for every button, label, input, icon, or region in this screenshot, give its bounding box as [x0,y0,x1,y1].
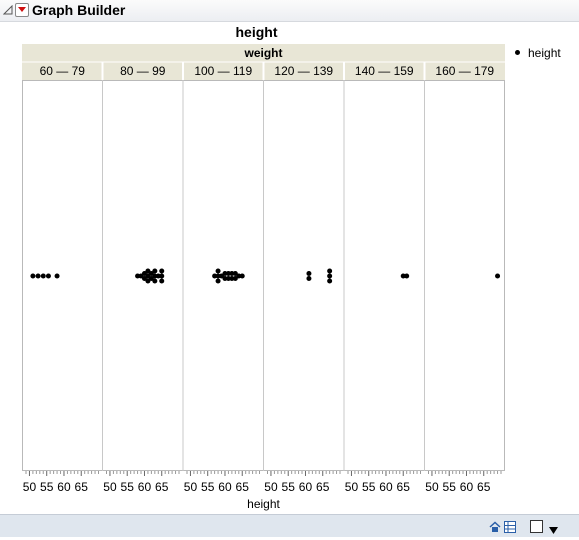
data-point [40,273,46,279]
data-point [30,273,36,279]
facet-label: 60 — 79 [40,64,86,78]
x-tick-label: 65 [316,480,330,494]
x-tick-label: 55 [282,480,296,494]
x-tick-label: 65 [236,480,250,494]
data-point [495,273,501,279]
dropdown-arrow-icon[interactable] [549,522,558,540]
x-tick-label: 65 [397,480,411,494]
chart-svg: weight60 — 7950 55 60 6580 — 9950 55 60 65100 … [22,44,505,511]
data-point [327,273,333,279]
x-tick-label: 60 [379,480,393,494]
facet-label: 160 — 179 [435,64,494,78]
x-tick-label: 50 [425,480,439,494]
data-point [152,278,158,284]
facet-label: 140 — 159 [355,64,414,78]
data-point [215,268,221,274]
checkbox-icon[interactable] [530,520,543,538]
status-bar [0,514,579,537]
data-point [306,271,312,276]
data-point [54,273,60,279]
data-point [215,278,221,284]
x-tick-label: 65 [75,480,89,494]
data-point [159,268,165,274]
facet-label: 80 — 99 [120,64,166,78]
data-point [159,273,165,279]
x-tick-label: 55 [201,480,215,494]
x-tick-label: 60 [299,480,313,494]
facet-label: 120 — 139 [274,64,333,78]
x-tick-label: 60 [138,480,152,494]
x-tick-label: 60 [218,480,232,494]
x-tick-label: 50 [103,480,117,494]
data-point [159,278,165,284]
x-tick-label: 55 [443,480,457,494]
data-point [239,273,245,279]
x-tick-label: 65 [477,480,491,494]
home-icon[interactable] [489,520,501,538]
x-tick-label: 50 [345,480,359,494]
x-tick-label: 50 [23,480,37,494]
x-tick-label: 50 [264,480,278,494]
table-icon[interactable] [504,520,516,538]
x-tick-label: 55 [40,480,54,494]
data-point [404,273,410,279]
x-tick-label: 65 [155,480,169,494]
data-point [306,276,312,281]
x-tick-label: 55 [362,480,376,494]
x-tick-label: 55 [121,480,135,494]
facet-title: weight [244,46,283,60]
data-point [45,273,51,279]
data-point [152,268,158,274]
x-tick-label: 60 [460,480,474,494]
x-axis-label: height [247,497,280,511]
x-tick-label: 50 [184,480,198,494]
x-tick-label: 60 [57,480,71,494]
facet-label: 100 — 119 [194,64,252,78]
data-point [327,278,333,284]
data-point [35,273,41,279]
data-point [327,268,333,274]
